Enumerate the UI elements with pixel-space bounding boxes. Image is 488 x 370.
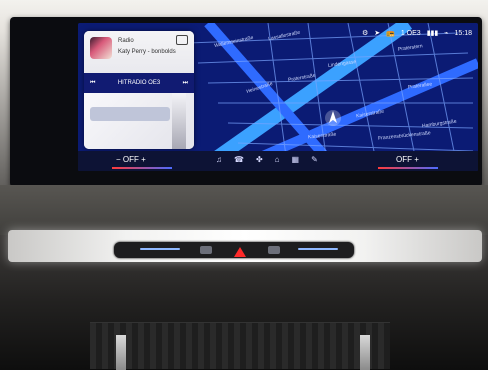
status-bar: ⚙ ➤ 📻 1 OE3 ▮▮▮ ⌁ 15:18	[362, 29, 472, 38]
location-icon: ➤	[374, 30, 381, 37]
media-track: Katy Perry - bonbolds	[118, 49, 176, 55]
clock: 15:18	[454, 29, 472, 37]
signal-icon: ▮▮▮	[426, 30, 439, 37]
fan-icon[interactable]: ✤	[256, 155, 263, 164]
media-body	[84, 93, 194, 149]
cast-icon[interactable]	[176, 35, 188, 45]
wifi-icon: ⌁	[444, 30, 449, 37]
media-header: Radio Katy Perry - bonbolds	[84, 31, 194, 73]
home-icon[interactable]: ⌂	[275, 155, 280, 164]
prev-icon[interactable]: ⏮	[90, 80, 95, 87]
temp-indicator-left	[112, 167, 172, 169]
climate-right: OFF +	[396, 155, 419, 164]
settings-icon[interactable]: ✎	[311, 155, 318, 164]
music-icon[interactable]: ♫	[216, 155, 222, 164]
air-vent	[90, 322, 390, 369]
seat-heat-right-icon[interactable]	[268, 246, 280, 254]
media-widget[interactable]: Radio Katy Perry - bonbolds ⏮ HITRADIO O…	[84, 31, 194, 149]
left-vent-post	[116, 335, 126, 370]
temp-indicator-right	[378, 167, 438, 169]
climate-left: − OFF +	[116, 155, 146, 164]
apps-icon[interactable]: ▦	[292, 155, 300, 164]
media-controls: ⏮ HITRADIO OE3 ⏭	[84, 73, 194, 93]
settings-icon[interactable]: ⚙	[362, 29, 368, 37]
current-location-icon	[325, 110, 341, 126]
station-name: HITRADIO OE3	[117, 80, 161, 86]
volume-slider[interactable]	[172, 93, 186, 149]
climate-left-label: OFF	[122, 155, 139, 164]
left-ambient-indicator	[140, 248, 180, 250]
temp-plus[interactable]: +	[414, 155, 419, 164]
right-vent-post	[360, 335, 370, 370]
phone-icon[interactable]: ☎	[234, 155, 244, 164]
seat-heat-left-icon[interactable]	[200, 246, 212, 254]
media-source: Radio	[118, 38, 134, 44]
temp-plus[interactable]: +	[141, 155, 146, 164]
quick-controls: ♫ ☎ ✤ ⌂ ▦ ✎	[216, 155, 318, 164]
hazard-button-icon[interactable]	[234, 247, 246, 257]
album-art	[90, 37, 112, 59]
search-field[interactable]	[90, 107, 170, 121]
dashboard	[0, 185, 488, 235]
climate-bar: − OFF + ♫ ☎ ✤ ⌂ ▦ ✎ OFF +	[78, 151, 478, 171]
radio-icon: 📻	[386, 30, 395, 37]
next-icon[interactable]: ⏭	[183, 80, 188, 87]
right-ambient-indicator	[298, 248, 338, 250]
status-text: 1 OE3	[400, 29, 421, 37]
temp-minus[interactable]: −	[116, 155, 121, 164]
climate-right-label: OFF	[396, 155, 412, 164]
car-interior: Lassallestraße Lindengasse Praterstraße …	[0, 0, 488, 370]
infotainment-screen: Lassallestraße Lindengasse Praterstraße …	[78, 23, 478, 171]
